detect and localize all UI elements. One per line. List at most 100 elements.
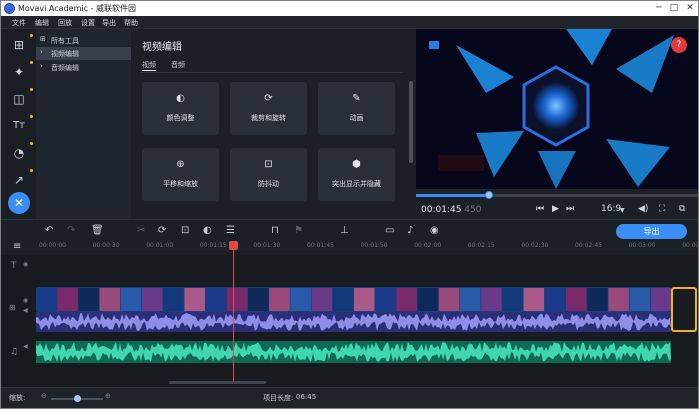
webcam-icon[interactable]: ◉ <box>430 225 439 236</box>
video-thumbnail <box>523 288 545 311</box>
screen-record-icon[interactable]: ▭ <box>385 225 394 236</box>
music-clip[interactable] <box>36 341 671 363</box>
tool-rail: ⊞ ✦ ◫ Tт ◔ ↗ ✕ <box>1 29 36 219</box>
timecode: 00:01:45 450 <box>421 205 482 215</box>
delete-icon[interactable]: 🗑 <box>91 225 104 236</box>
ruler-tick: 00:02:45 <box>575 242 602 249</box>
menu-help[interactable]: 帮助 <box>124 18 138 28</box>
card-crop-rotate[interactable]: ⟳ 裁剪和旋转 <box>230 82 307 135</box>
zoom-out-icon[interactable]: ⊖ <box>41 392 47 400</box>
video-track-icon: ⊞ <box>9 303 16 312</box>
stamp-icon[interactable]: ⊥ <box>340 225 349 236</box>
grid-icon: ⊞ <box>40 35 46 43</box>
menu-edit[interactable]: 编辑 <box>35 18 49 28</box>
play-icon[interactable]: ▶ <box>552 204 559 214</box>
video-thumbnail <box>290 288 311 311</box>
magic-wand-button[interactable]: ✦ <box>8 61 33 83</box>
aspect-ratio-select[interactable]: 16:9 <box>601 204 621 214</box>
split-icon[interactable]: ⊓ <box>271 225 279 236</box>
marker-icon[interactable]: ⚑ <box>294 225 303 236</box>
video-thumbnail <box>311 288 333 311</box>
ruler-tick: 00:01:45 <box>307 242 334 249</box>
tab-video[interactable]: 视频 <box>142 60 156 70</box>
zoom-label: 缩放: <box>9 394 26 402</box>
video-thumbnail <box>566 288 587 311</box>
video-thumbnail <box>481 288 502 311</box>
video-thumbnail <box>205 288 227 311</box>
clip-properties-icon[interactable]: ☰ <box>226 225 235 236</box>
redo-icon[interactable]: ↷ <box>67 225 75 236</box>
card-stabilize[interactable]: ⊡ 防抖动 <box>230 148 307 201</box>
card-animation[interactable]: ✎ 动画 <box>318 82 395 135</box>
movavi-logo-icon <box>4 3 15 14</box>
tools-tree: ⊞ 所有工具 › 视频编辑 › 音频编辑 <box>36 29 131 219</box>
microphone-icon[interactable]: ♪ <box>407 225 413 236</box>
menu-export[interactable]: 导出 <box>102 18 116 28</box>
transitions-button[interactable]: ◫ <box>8 88 33 110</box>
maximize-icon[interactable]: □ <box>667 2 681 14</box>
video-content <box>416 29 698 189</box>
player-panel: ? 00:01:45 450 ⏮ ▶ ⏭ 16:9 ▼ ◀) ⛶ ⧉ <box>416 29 698 219</box>
waveform-music <box>36 342 671 362</box>
import-button[interactable]: ⊞ <box>8 34 33 56</box>
ruler-tick: 00:01:00 <box>146 242 174 249</box>
effects-scrollbar[interactable] <box>409 81 413 163</box>
ruler-tick: 00:03:00 <box>628 242 656 249</box>
cut-icon[interactable]: ✂ <box>137 225 145 236</box>
color-icon[interactable]: ◐ <box>203 225 212 236</box>
status-bar: 缩放: ⊖ ⊕ 项目长度: 06:45 <box>1 387 698 408</box>
chevron-right-icon: › <box>40 62 43 70</box>
tree-item-video-editing[interactable]: › 视频编辑 <box>36 47 131 60</box>
zoom-slider-handle[interactable] <box>74 395 81 402</box>
title-bar: Movavi Academic - 威联软件园 ─ □ ✕ <box>1 1 698 16</box>
video-thumbnail <box>269 288 290 311</box>
ruler-tick: 00:03:15 <box>682 242 699 249</box>
detach-preview-icon[interactable]: ⧉ <box>679 204 685 214</box>
video-thumbnail <box>354 288 375 311</box>
video-thumbnail <box>184 288 205 311</box>
timeline-scrollbar[interactable] <box>169 381 266 384</box>
add-track-icon[interactable]: ≡ <box>13 241 21 252</box>
card-color-adjust[interactable]: ◐ 颜色调整 <box>142 82 219 135</box>
video-frame: ? <box>416 29 698 189</box>
close-icon[interactable]: ✕ <box>683 2 697 14</box>
video-audio-waveform[interactable] <box>36 312 671 332</box>
video-thumbnail <box>57 288 78 311</box>
menu-playback[interactable]: 回放 <box>58 18 72 28</box>
undo-icon[interactable]: ↶ <box>45 225 53 236</box>
card-pan-zoom[interactable]: ⊕ 平移和缩放 <box>142 148 219 201</box>
callouts-button[interactable]: ↗ <box>8 169 33 191</box>
titles-button[interactable]: Tт <box>8 115 33 137</box>
export-button[interactable]: 导出 <box>616 224 687 239</box>
color-adjust-icon: ◐ <box>176 93 185 104</box>
menu-file[interactable]: 文件 <box>12 18 26 28</box>
ruler-tick: 00:02:30 <box>521 242 549 249</box>
tab-audio[interactable]: 音频 <box>171 60 185 70</box>
menu-settings[interactable]: 设置 <box>81 18 95 28</box>
stickers-button[interactable]: ◔ <box>8 142 33 164</box>
seek-handle[interactable] <box>485 191 494 199</box>
project-length-label: 项目长度: <box>263 394 294 402</box>
chevron-down-icon[interactable]: ▼ <box>620 207 625 214</box>
volume-icon[interactable]: ◀) <box>638 204 648 214</box>
rotate-icon[interactable]: ⟳ <box>158 225 166 236</box>
tree-item-all-tools[interactable]: ⊞ 所有工具 <box>36 34 131 47</box>
video-clip[interactable] <box>36 287 672 312</box>
seek-bar[interactable] <box>416 191 698 199</box>
ruler-tick: 00:01:50 <box>360 242 388 249</box>
ruler-tick: 00:00:00 <box>39 242 66 249</box>
tree-item-audio-editing[interactable]: › 音频编辑 <box>36 61 131 74</box>
eye-icon: ◉ <box>23 261 29 268</box>
zoom-in-icon[interactable]: ⊕ <box>105 392 111 400</box>
more-tools-button[interactable]: ✕ <box>8 192 30 214</box>
timeline-tracks: T ◉ ⊞ ◉ ◀ ♫ ◀ <box>1 255 698 387</box>
playhead-handle[interactable] <box>229 241 238 250</box>
skip-forward-icon[interactable]: ⏭ <box>566 204 574 214</box>
minimize-icon[interactable]: ─ <box>652 2 666 14</box>
skip-back-icon[interactable]: ⏮ <box>536 204 544 214</box>
clip-end-handle[interactable] <box>671 287 697 332</box>
card-highlight-hide[interactable]: ⬢ 突出显示并隐藏 <box>318 148 395 201</box>
fullscreen-icon[interactable]: ⛶ <box>659 204 665 214</box>
help-button[interactable]: ? <box>671 37 687 53</box>
crop-icon[interactable]: ⊡ <box>181 225 189 236</box>
